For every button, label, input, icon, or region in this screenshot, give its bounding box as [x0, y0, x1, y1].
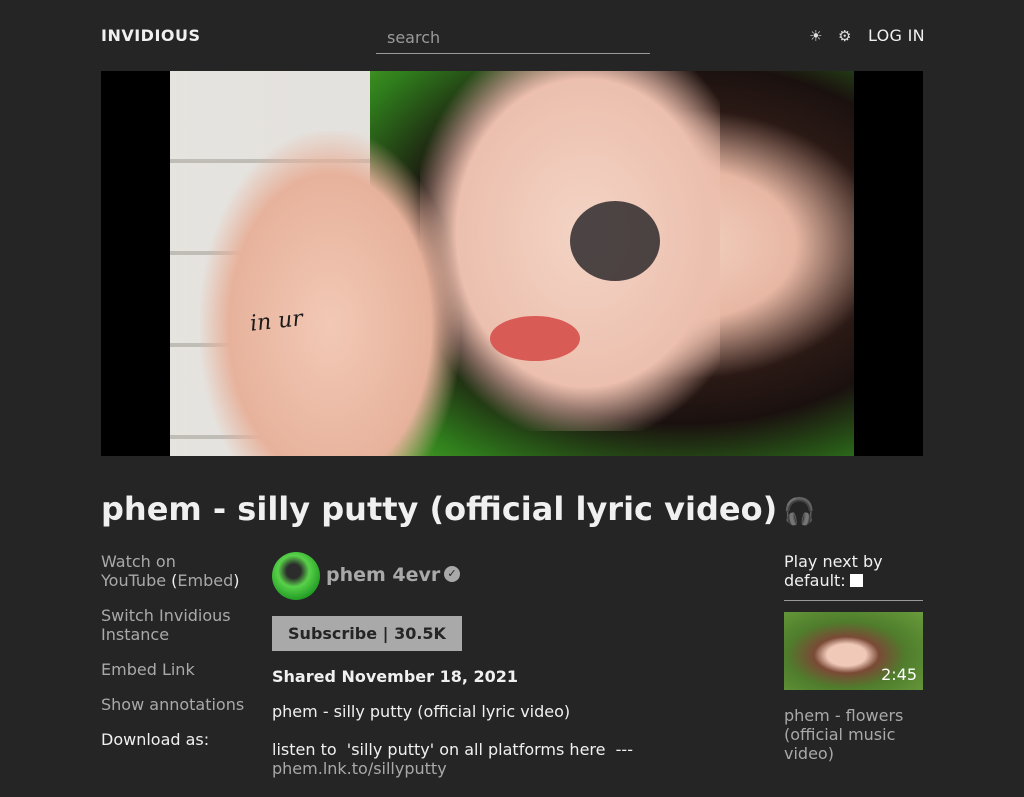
close-paren: ): [233, 571, 240, 590]
switch-instance-link[interactable]: Switch Invidious Instance: [101, 606, 231, 644]
lips-shape: [490, 316, 580, 361]
watch-on-youtube: Watch on YouTube (Embed): [101, 552, 251, 590]
top-bar: INVIDIOUS ☀ ⚙ LOG IN: [0, 0, 1024, 70]
login-link[interactable]: LOG IN: [868, 26, 925, 45]
search-input[interactable]: [376, 22, 650, 52]
annotations-item: Show annotations: [101, 695, 251, 714]
channel-name[interactable]: phem 4evr: [326, 564, 440, 586]
play-next-checkbox[interactable]: [849, 574, 863, 587]
video-title-text: phem - silly putty (official lyric video…: [101, 490, 778, 528]
embed-link[interactable]: Embed Link: [101, 660, 195, 679]
sidebar-divider: [784, 600, 923, 601]
face-shape: [420, 71, 720, 431]
embed-link-item: Embed Link: [101, 660, 251, 679]
video-duration: 2:45: [881, 665, 917, 684]
description-link[interactable]: phem.lnk.to/sillyputty: [272, 759, 447, 778]
subscribe-button[interactable]: Subscribe | 30.5K: [272, 616, 462, 651]
video-description: phem - silly putty (official lyric video…: [272, 702, 742, 797]
recommended-thumbnail[interactable]: 2:45: [784, 612, 923, 690]
makeup-smudge: [570, 201, 660, 281]
show-annotations-link[interactable]: Show annotations: [101, 695, 244, 714]
download-label: Download as:: [101, 730, 210, 749]
video-player[interactable]: in ur: [101, 71, 923, 456]
description-line: phem - silly putty (official lyric video…: [272, 702, 571, 721]
search-box: [376, 22, 650, 54]
play-next-setting: Play next by default:: [784, 552, 923, 590]
play-next-label: Play next by default:: [784, 552, 883, 590]
left-links: Watch on YouTube (Embed) Switch Invidiou…: [101, 552, 251, 765]
hand-shape: [200, 131, 460, 456]
description-line: listen to 'silly putty' on all platforms…: [272, 740, 742, 778]
video-title: phem - silly putty (official lyric video…: [101, 490, 816, 528]
recommended-video-title[interactable]: phem - flowers (official music video): [784, 706, 923, 763]
description-text: listen to 'silly putty' on all platforms…: [272, 740, 633, 759]
verified-icon: ✓: [444, 566, 460, 582]
shared-date: Shared November 18, 2021: [272, 667, 519, 686]
theme-toggle-icon[interactable]: ☀: [809, 27, 822, 45]
channel-avatar[interactable]: [272, 552, 320, 600]
youtube-link[interactable]: YouTube: [101, 571, 166, 590]
video-frame: in ur: [170, 71, 854, 456]
watch-on-link[interactable]: Watch on: [101, 552, 176, 571]
headphones-icon: 🎧: [783, 497, 816, 527]
open-paren: (: [166, 571, 178, 590]
switch-instance: Switch Invidious Instance: [101, 606, 251, 644]
brand-logo-link[interactable]: INVIDIOUS: [101, 26, 201, 45]
embed-link-inline[interactable]: Embed: [177, 571, 233, 590]
preferences-icon[interactable]: ⚙: [838, 27, 851, 45]
